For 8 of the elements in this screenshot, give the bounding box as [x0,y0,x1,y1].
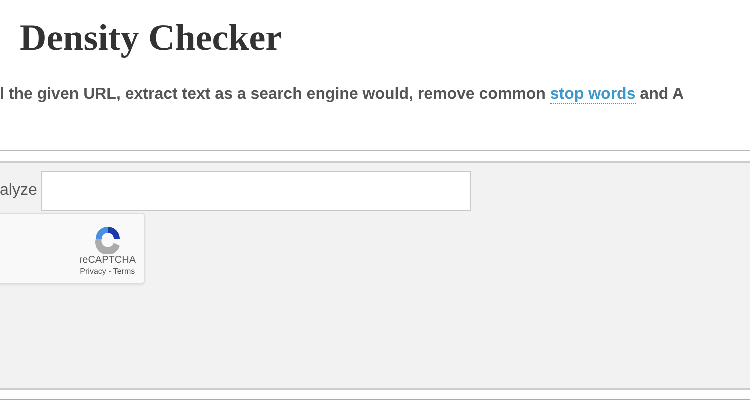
captcha-brand: reCAPTCHA [79,254,136,267]
captcha-links[interactable]: Privacy - Terms [80,267,136,278]
recaptcha-icon [92,224,123,254]
url-label: alyze [0,182,38,200]
description-text: l the given URL, extract text as a search engine would, remove common stop words and A [0,86,686,104]
captcha-widget[interactable]: reCAPTCHA Privacy - Terms [0,213,145,284]
page-title: Density Checker [20,17,284,61]
url-field[interactable] [41,171,472,211]
